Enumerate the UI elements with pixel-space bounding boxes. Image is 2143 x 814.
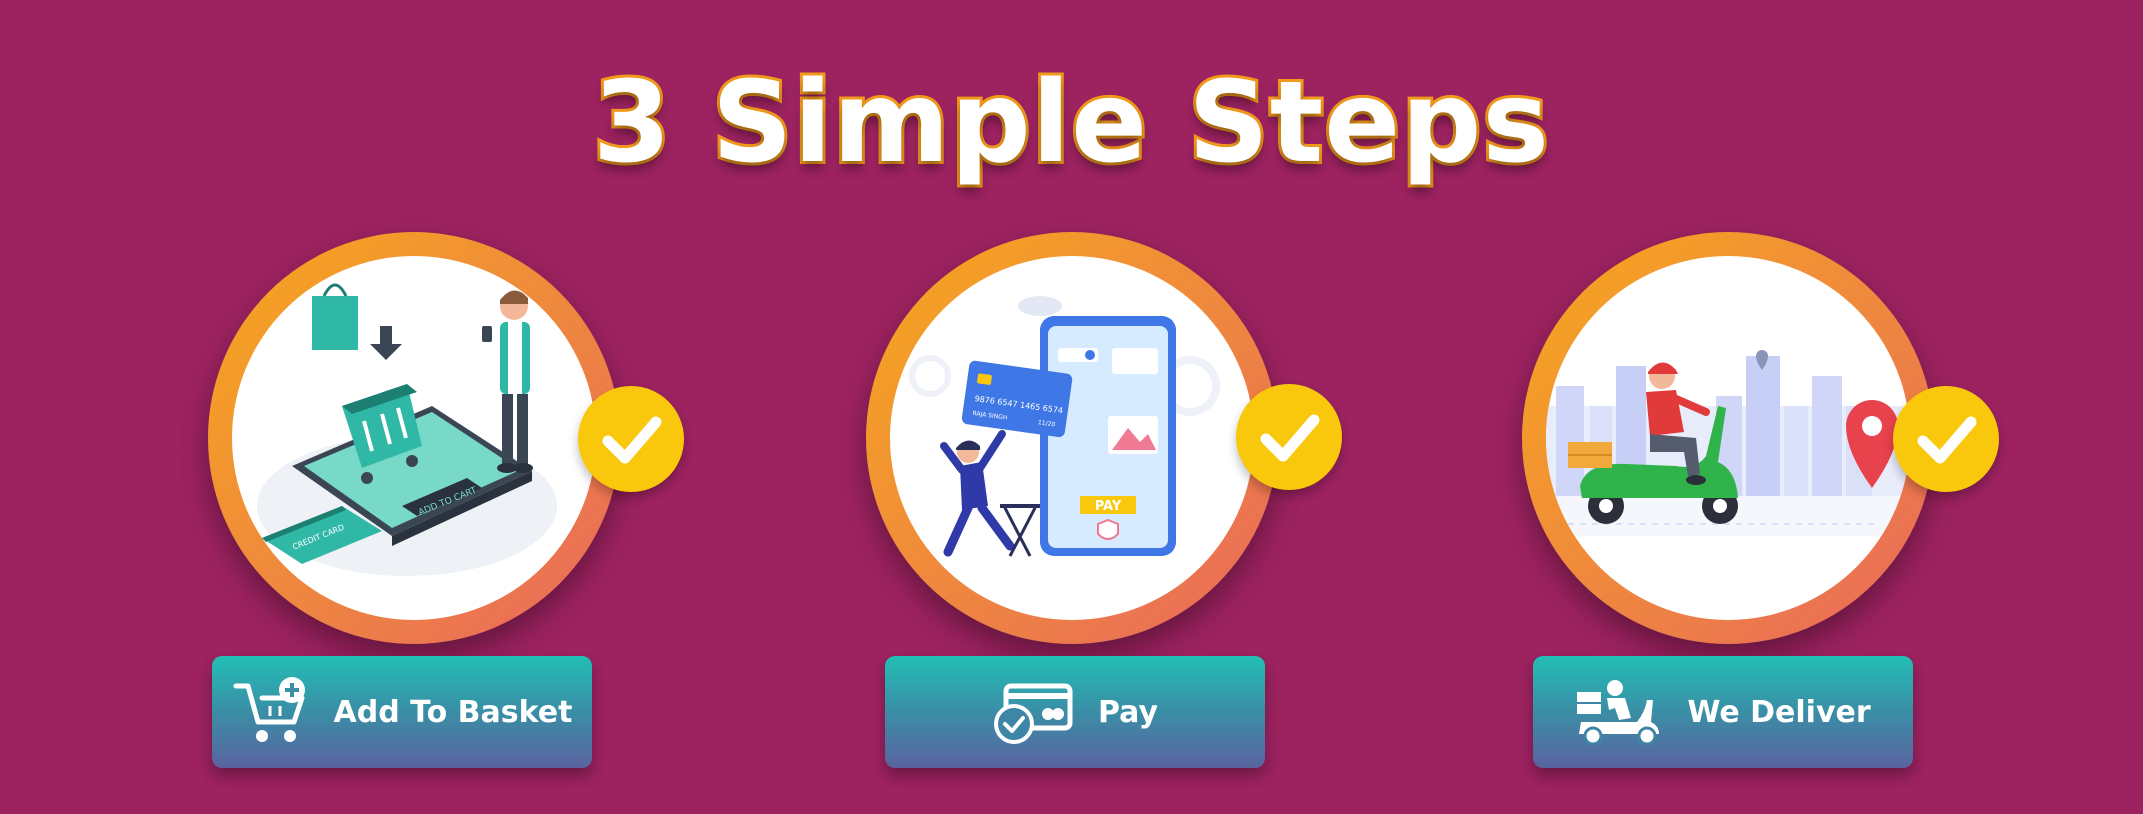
we-deliver-button[interactable]: We Deliver bbox=[1533, 656, 1913, 768]
step-2-illustration-ring: PAY 9876 6547 1465 6574 RAJA SINGH 11/20 bbox=[866, 232, 1278, 644]
checkmark-icon bbox=[1260, 414, 1320, 462]
step-2-check-badge bbox=[1236, 384, 1342, 490]
delivery-scooter-icon bbox=[1575, 678, 1665, 746]
cart-plus-icon bbox=[232, 676, 312, 748]
pay-button[interactable]: Pay bbox=[885, 656, 1265, 768]
checkmark-icon bbox=[1917, 416, 1977, 464]
mobile-payment-illustration: PAY 9876 6547 1465 6574 RAJA SINGH 11/20 bbox=[909, 296, 1220, 557]
scooter-delivery-illustration bbox=[1546, 350, 1910, 536]
we-deliver-label: We Deliver bbox=[1687, 694, 1871, 730]
step-3-check-badge bbox=[1893, 386, 1999, 492]
step-1-check-badge bbox=[578, 386, 684, 492]
page-title: 3 Simple Steps bbox=[590, 55, 1552, 191]
pay-label: Pay bbox=[1097, 694, 1159, 730]
shopping-basket-illustration: ADD TO CART CREDIT CARD bbox=[257, 283, 557, 576]
pay-caption: PAY bbox=[1095, 499, 1122, 514]
add-to-basket-button[interactable]: Add To Basket bbox=[212, 656, 592, 768]
step-1-illustration-ring: ADD TO CART CREDIT CARD bbox=[208, 232, 620, 644]
add-to-basket-label: Add To Basket bbox=[333, 694, 573, 730]
step-3-illustration-ring bbox=[1522, 232, 1934, 644]
checkmark-icon bbox=[602, 416, 662, 464]
credit-card-check-icon bbox=[992, 680, 1076, 744]
